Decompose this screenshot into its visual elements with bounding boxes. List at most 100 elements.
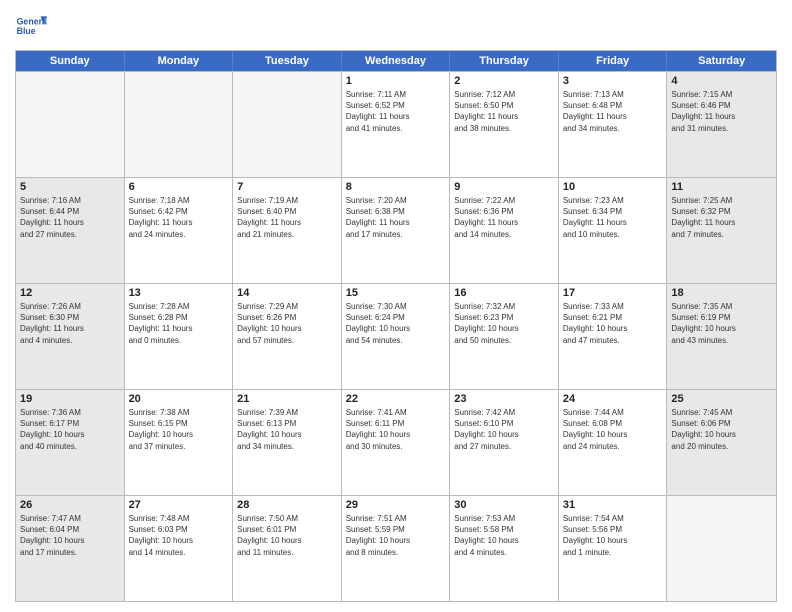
day-info: Sunrise: 7:47 AM Sunset: 6:04 PM Dayligh… [20, 513, 120, 558]
calendar-row-3: 12 Sunrise: 7:26 AM Sunset: 6:30 PM Dayli… [16, 283, 776, 389]
day-number: 17 [563, 287, 663, 299]
day-cell-10: 10 Sunrise: 7:23 AM Sunset: 6:34 PM Dayli… [559, 178, 668, 283]
day-info: Sunrise: 7:22 AM Sunset: 6:36 PM Dayligh… [454, 195, 554, 240]
calendar-row-5: 26 Sunrise: 7:47 AM Sunset: 6:04 PM Dayli… [16, 495, 776, 601]
day-number: 4 [671, 75, 772, 87]
day-cell-3: 3Sunrise: 7:13 AM Sunset: 6:48 PM Daylig… [559, 72, 668, 177]
day-cell-26: 26 Sunrise: 7:47 AM Sunset: 6:04 PM Dayli… [16, 496, 125, 601]
day-info: Sunrise: 7:39 AM Sunset: 6:13 PM Dayligh… [237, 407, 337, 452]
day-info: Sunrise: 7:23 AM Sunset: 6:34 PM Dayligh… [563, 195, 663, 240]
day-number: 6 [129, 181, 229, 193]
calendar-row-1: 1 Sunrise: 7:11 AM Sunset: 6:52 PM Daylig… [16, 71, 776, 177]
day-info: Sunrise: 7:19 AM Sunset: 6:40 PM Dayligh… [237, 195, 337, 240]
day-info: Sunrise: 7:44 AM Sunset: 6:08 PM Dayligh… [563, 407, 663, 452]
day-cell-25: 25 Sunrise: 7:45 AM Sunset: 6:06 PM Dayli… [667, 390, 776, 495]
day-cell-6: 6 Sunrise: 7:18 AM Sunset: 6:42 PM Daylig… [125, 178, 234, 283]
weekday-header-sunday: Sunday [16, 51, 125, 71]
day-number: 30 [454, 499, 554, 511]
day-cell-23: 23Sunrise: 7:42 AM Sunset: 6:10 PM Dayli… [450, 390, 559, 495]
day-info: Sunrise: 7:48 AM Sunset: 6:03 PM Dayligh… [129, 513, 229, 558]
weekday-header-saturday: Saturday [667, 51, 776, 71]
day-cell-4: 4Sunrise: 7:15 AM Sunset: 6:46 PM Daylig… [667, 72, 776, 177]
day-number: 13 [129, 287, 229, 299]
day-cell-9: 9 Sunrise: 7:22 AM Sunset: 6:36 PM Daylig… [450, 178, 559, 283]
day-number: 8 [346, 181, 446, 193]
day-cell-20: 20 Sunrise: 7:38 AM Sunset: 6:15 PM Dayli… [125, 390, 234, 495]
day-number: 5 [20, 181, 120, 193]
calendar-row-4: 19Sunrise: 7:36 AM Sunset: 6:17 PM Dayli… [16, 389, 776, 495]
generalblue-logo-icon: General Blue [15, 10, 47, 42]
day-info: Sunrise: 7:16 AM Sunset: 6:44 PM Dayligh… [20, 195, 120, 240]
day-number: 1 [346, 75, 446, 87]
day-cell-15: 15 Sunrise: 7:30 AM Sunset: 6:24 PM Dayli… [342, 284, 451, 389]
day-info: Sunrise: 7:29 AM Sunset: 6:26 PM Dayligh… [237, 301, 337, 346]
weekday-header-wednesday: Wednesday [342, 51, 451, 71]
day-number: 28 [237, 499, 337, 511]
day-info: Sunrise: 7:20 AM Sunset: 6:38 PM Dayligh… [346, 195, 446, 240]
day-info: Sunrise: 7:35 AM Sunset: 6:19 PM Dayligh… [671, 301, 772, 346]
day-cell-28: 28 Sunrise: 7:50 AM Sunset: 6:01 PM Dayli… [233, 496, 342, 601]
day-info: Sunrise: 7:38 AM Sunset: 6:15 PM Dayligh… [129, 407, 229, 452]
empty-cell [667, 496, 776, 601]
day-cell-14: 14 Sunrise: 7:29 AM Sunset: 6:26 PM Dayli… [233, 284, 342, 389]
day-number: 22 [346, 393, 446, 405]
day-cell-7: 7 Sunrise: 7:19 AM Sunset: 6:40 PM Daylig… [233, 178, 342, 283]
weekday-header-monday: Monday [125, 51, 234, 71]
empty-cell [233, 72, 342, 177]
day-cell-21: 21Sunrise: 7:39 AM Sunset: 6:13 PM Dayli… [233, 390, 342, 495]
day-info: Sunrise: 7:54 AM Sunset: 5:56 PM Dayligh… [563, 513, 663, 558]
day-number: 19 [20, 393, 120, 405]
day-number: 14 [237, 287, 337, 299]
day-cell-31: 31Sunrise: 7:54 AM Sunset: 5:56 PM Dayli… [559, 496, 668, 601]
day-cell-18: 18 Sunrise: 7:35 AM Sunset: 6:19 PM Dayli… [667, 284, 776, 389]
day-number: 16 [454, 287, 554, 299]
svg-text:Blue: Blue [17, 26, 36, 36]
day-number: 15 [346, 287, 446, 299]
weekday-header-tuesday: Tuesday [233, 51, 342, 71]
day-info: Sunrise: 7:28 AM Sunset: 6:28 PM Dayligh… [129, 301, 229, 346]
day-info: Sunrise: 7:13 AM Sunset: 6:48 PM Dayligh… [563, 89, 663, 134]
day-number: 12 [20, 287, 120, 299]
day-info: Sunrise: 7:45 AM Sunset: 6:06 PM Dayligh… [671, 407, 772, 452]
day-cell-27: 27Sunrise: 7:48 AM Sunset: 6:03 PM Dayli… [125, 496, 234, 601]
calendar: SundayMondayTuesdayWednesdayThursdayFrid… [15, 50, 777, 602]
day-cell-12: 12 Sunrise: 7:26 AM Sunset: 6:30 PM Dayli… [16, 284, 125, 389]
calendar-row-2: 5 Sunrise: 7:16 AM Sunset: 6:44 PM Daylig… [16, 177, 776, 283]
day-info: Sunrise: 7:18 AM Sunset: 6:42 PM Dayligh… [129, 195, 229, 240]
day-cell-11: 11Sunrise: 7:25 AM Sunset: 6:32 PM Dayli… [667, 178, 776, 283]
day-cell-29: 29 Sunrise: 7:51 AM Sunset: 5:59 PM Dayli… [342, 496, 451, 601]
calendar-body: 1 Sunrise: 7:11 AM Sunset: 6:52 PM Daylig… [16, 71, 776, 601]
day-cell-2: 2 Sunrise: 7:12 AM Sunset: 6:50 PM Daylig… [450, 72, 559, 177]
day-cell-24: 24 Sunrise: 7:44 AM Sunset: 6:08 PM Dayli… [559, 390, 668, 495]
day-info: Sunrise: 7:25 AM Sunset: 6:32 PM Dayligh… [671, 195, 772, 240]
day-number: 7 [237, 181, 337, 193]
day-cell-16: 16 Sunrise: 7:32 AM Sunset: 6:23 PM Dayli… [450, 284, 559, 389]
day-info: Sunrise: 7:50 AM Sunset: 6:01 PM Dayligh… [237, 513, 337, 558]
day-info: Sunrise: 7:26 AM Sunset: 6:30 PM Dayligh… [20, 301, 120, 346]
day-number: 29 [346, 499, 446, 511]
day-cell-13: 13 Sunrise: 7:28 AM Sunset: 6:28 PM Dayli… [125, 284, 234, 389]
logo: General Blue [15, 10, 47, 42]
day-info: Sunrise: 7:33 AM Sunset: 6:21 PM Dayligh… [563, 301, 663, 346]
header: General Blue [15, 10, 777, 42]
day-info: Sunrise: 7:11 AM Sunset: 6:52 PM Dayligh… [346, 89, 446, 134]
day-info: Sunrise: 7:51 AM Sunset: 5:59 PM Dayligh… [346, 513, 446, 558]
day-number: 20 [129, 393, 229, 405]
day-cell-19: 19Sunrise: 7:36 AM Sunset: 6:17 PM Dayli… [16, 390, 125, 495]
day-cell-17: 17 Sunrise: 7:33 AM Sunset: 6:21 PM Dayli… [559, 284, 668, 389]
day-number: 24 [563, 393, 663, 405]
day-info: Sunrise: 7:32 AM Sunset: 6:23 PM Dayligh… [454, 301, 554, 346]
day-number: 2 [454, 75, 554, 87]
day-info: Sunrise: 7:12 AM Sunset: 6:50 PM Dayligh… [454, 89, 554, 134]
day-cell-22: 22Sunrise: 7:41 AM Sunset: 6:11 PM Dayli… [342, 390, 451, 495]
day-number: 18 [671, 287, 772, 299]
day-number: 23 [454, 393, 554, 405]
calendar-header: SundayMondayTuesdayWednesdayThursdayFrid… [16, 51, 776, 71]
day-number: 26 [20, 499, 120, 511]
day-number: 25 [671, 393, 772, 405]
day-number: 9 [454, 181, 554, 193]
day-number: 10 [563, 181, 663, 193]
page: General Blue SundayMondayTuesdayWednesda… [0, 0, 792, 612]
empty-cell [125, 72, 234, 177]
day-info: Sunrise: 7:30 AM Sunset: 6:24 PM Dayligh… [346, 301, 446, 346]
